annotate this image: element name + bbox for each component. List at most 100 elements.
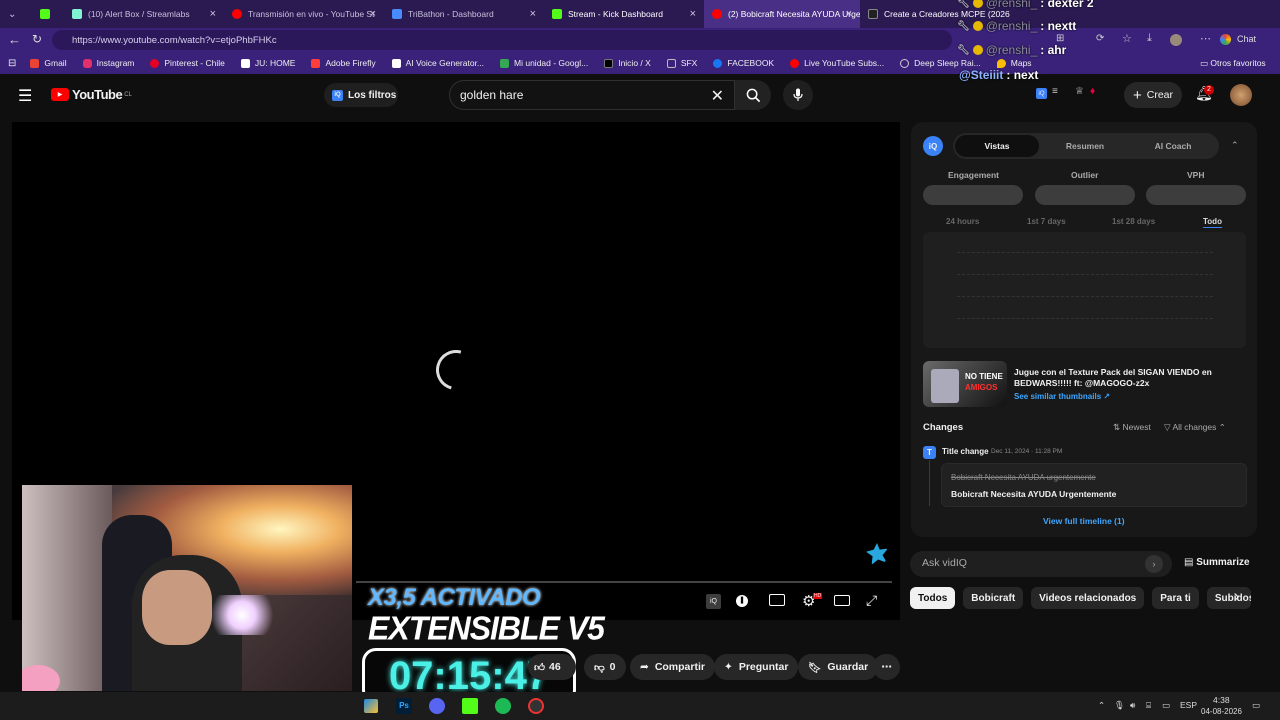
more-icon[interactable]: ⋯: [1200, 32, 1211, 45]
reload-icon[interactable]: ↻: [32, 32, 42, 46]
clock-time[interactable]: 4:38: [1213, 695, 1230, 705]
chevron-right-icon[interactable]: ›: [1234, 588, 1239, 606]
chip-subidos[interactable]: Subidos r: [1206, 587, 1251, 609]
summarize-button[interactable]: ▤ Summarize: [1184, 557, 1250, 568]
close-icon[interactable]: ×: [370, 8, 376, 20]
dislike-button[interactable]: 👎︎ 0: [584, 654, 626, 680]
vidiq-extension-icon[interactable]: iQ: [1036, 88, 1047, 99]
vidiq-player-button[interactable]: iQ: [706, 594, 721, 609]
chip-bobicraft[interactable]: Bobicraft: [963, 587, 1024, 609]
browser-tab-0[interactable]: [28, 0, 64, 28]
extensible-banner: EXTENSIBLE V5: [368, 609, 605, 647]
create-button[interactable]: + Crear: [1124, 82, 1182, 108]
tab-menu-button[interactable]: ⌄: [0, 0, 28, 28]
subtitles-icon[interactable]: [769, 594, 785, 606]
spotify-icon[interactable]: [495, 698, 511, 714]
other-favorites-folder[interactable]: ▭ Otros favoritos: [1200, 58, 1266, 69]
browser-tab-2[interactable]: Transmisión en vivo - YouTube St ×: [224, 0, 384, 28]
notification-center-icon[interactable]: ▭: [1252, 700, 1260, 711]
more-actions-button[interactable]: ⋯: [873, 654, 900, 680]
close-icon[interactable]: ×: [210, 8, 216, 20]
photoshop-icon[interactable]: Ps: [396, 698, 412, 714]
search-button[interactable]: [735, 80, 771, 110]
language-indicator[interactable]: ESP: [1180, 700, 1197, 710]
progress-bar[interactable]: [356, 581, 892, 583]
reading-list-icon[interactable]: ⊟: [8, 58, 16, 69]
view-timeline-link[interactable]: View full timeline (1): [1043, 516, 1125, 526]
battery-icon[interactable]: ▭: [1162, 700, 1170, 711]
menu-icon[interactable]: ☰: [18, 86, 32, 106]
browser-tab-4[interactable]: Stream - Kick Dashboard ×: [544, 0, 704, 28]
microphone-tray-icon[interactable]: 🎙︎: [1114, 700, 1125, 711]
voice-search-button[interactable]: [783, 80, 813, 110]
user-avatar[interactable]: [1230, 84, 1252, 106]
close-icon[interactable]: ×: [690, 8, 696, 20]
save-button[interactable]: 🔖︎ Guardar: [798, 654, 879, 680]
tray-expand-icon[interactable]: ⌃: [1098, 700, 1105, 711]
trophy-icon[interactable]: ♕: [1075, 86, 1084, 97]
back-icon[interactable]: ←: [8, 32, 21, 47]
clock-date[interactable]: 04-08-2026: [1201, 707, 1242, 716]
bookmark-pinterest[interactable]: Pinterest - Chile: [150, 58, 225, 68]
ask-button[interactable]: ✦ Preguntar: [714, 654, 799, 680]
autoplay-toggle-icon[interactable]: ❚: [736, 595, 748, 607]
browser-tab-5[interactable]: (2) Bobicraft Necesita AYUDA Urge ×: [704, 0, 860, 28]
vidiq-logo-icon: iQ: [923, 136, 943, 156]
close-icon[interactable]: ×: [846, 8, 852, 20]
volume-icon[interactable]: 🔊︎: [1130, 700, 1135, 711]
chat-button[interactable]: Chat: [1237, 34, 1256, 44]
bookmark-drive[interactable]: Mi unidad - Googl...: [500, 58, 588, 68]
store-icon[interactable]: [364, 699, 378, 713]
filters-button[interactable]: iQ Los filtros: [324, 83, 398, 107]
clear-search-icon[interactable]: ✕: [711, 86, 724, 106]
video-thumbnail[interactable]: NO TIENE AMIGOS: [923, 361, 1007, 407]
ask-vidiq-input[interactable]: Ask vidIQ ›: [910, 551, 1172, 577]
network-icon[interactable]: ⌸: [1146, 700, 1151, 711]
sort-dropdown[interactable]: ⇅ Newest: [1113, 422, 1151, 433]
tab-ai-coach[interactable]: AI Coach: [1131, 135, 1215, 157]
share-button[interactable]: ➦ Compartir: [630, 654, 715, 680]
filter-dropdown[interactable]: ▽ All changes ⌃: [1164, 422, 1226, 433]
chip-related[interactable]: Videos relacionados: [1031, 587, 1145, 609]
youtube-logo[interactable]: ▶ YouTube CL: [51, 87, 132, 102]
profile-avatar[interactable]: [1170, 34, 1182, 46]
see-similar-link[interactable]: See similar thumbnails ↗: [1014, 392, 1110, 401]
fullscreen-icon[interactable]: ⤢: [866, 592, 877, 609]
bookmark-ai-voice[interactable]: AI Voice Generator...: [391, 58, 484, 68]
bookmark-live-subs[interactable]: Live YouTube Subs...: [790, 58, 884, 68]
obs-icon[interactable]: [528, 698, 544, 714]
bookmark-ju-home[interactable]: JU: HOME: [240, 58, 295, 68]
discord-icon[interactable]: [429, 698, 445, 714]
bookmark-sfx[interactable]: SFX: [666, 58, 697, 68]
range-all[interactable]: Todo: [1203, 217, 1222, 228]
like-button[interactable]: 👍︎ 46: [528, 654, 576, 680]
browser-tab-1[interactable]: (10) Alert Box / Streamlabs ×: [64, 0, 224, 28]
vph-value-placeholder: [1146, 185, 1246, 205]
range-24h[interactable]: 24 hours: [946, 217, 979, 226]
theater-mode-icon[interactable]: [834, 595, 850, 606]
collapse-icon[interactable]: ⌃: [1231, 140, 1239, 151]
tab-resumen[interactable]: Resumen: [1043, 135, 1127, 157]
change-type: Title change: [942, 447, 989, 456]
bookmark-adobe-firefly[interactable]: Adobe Firefly: [311, 58, 376, 68]
filters-label: Los filtros: [348, 89, 397, 101]
range-28d[interactable]: 1st 28 days: [1112, 217, 1155, 226]
bookmark-instagram[interactable]: Instagram: [82, 58, 134, 68]
chip-todos[interactable]: Todos: [910, 587, 956, 609]
range-7d[interactable]: 1st 7 days: [1027, 217, 1066, 226]
see-similar-label: See similar thumbnails: [1014, 392, 1102, 401]
kick-icon[interactable]: [462, 698, 478, 714]
outlier-value-placeholder: [1035, 185, 1135, 205]
alert-icon[interactable]: ♦: [1090, 86, 1095, 97]
list-icon[interactable]: ≡: [1052, 86, 1058, 97]
bookmark-x[interactable]: Inicio / X: [604, 58, 651, 68]
browser-tab-3[interactable]: TriBathon - Dashboard ×: [384, 0, 544, 28]
tab-vistas[interactable]: Vistas: [955, 135, 1039, 157]
close-icon[interactable]: ×: [530, 8, 536, 20]
chip-para-ti[interactable]: Para ti: [1152, 587, 1199, 609]
url-input[interactable]: https://www.youtube.com/watch?v=etjoPhbF…: [52, 30, 952, 50]
search-input[interactable]: golden hare ✕: [449, 80, 735, 110]
bookmark-gmail[interactable]: Gmail: [30, 58, 67, 68]
bookmark-facebook[interactable]: FACEBOOK: [713, 58, 774, 68]
send-icon[interactable]: ›: [1145, 555, 1163, 573]
